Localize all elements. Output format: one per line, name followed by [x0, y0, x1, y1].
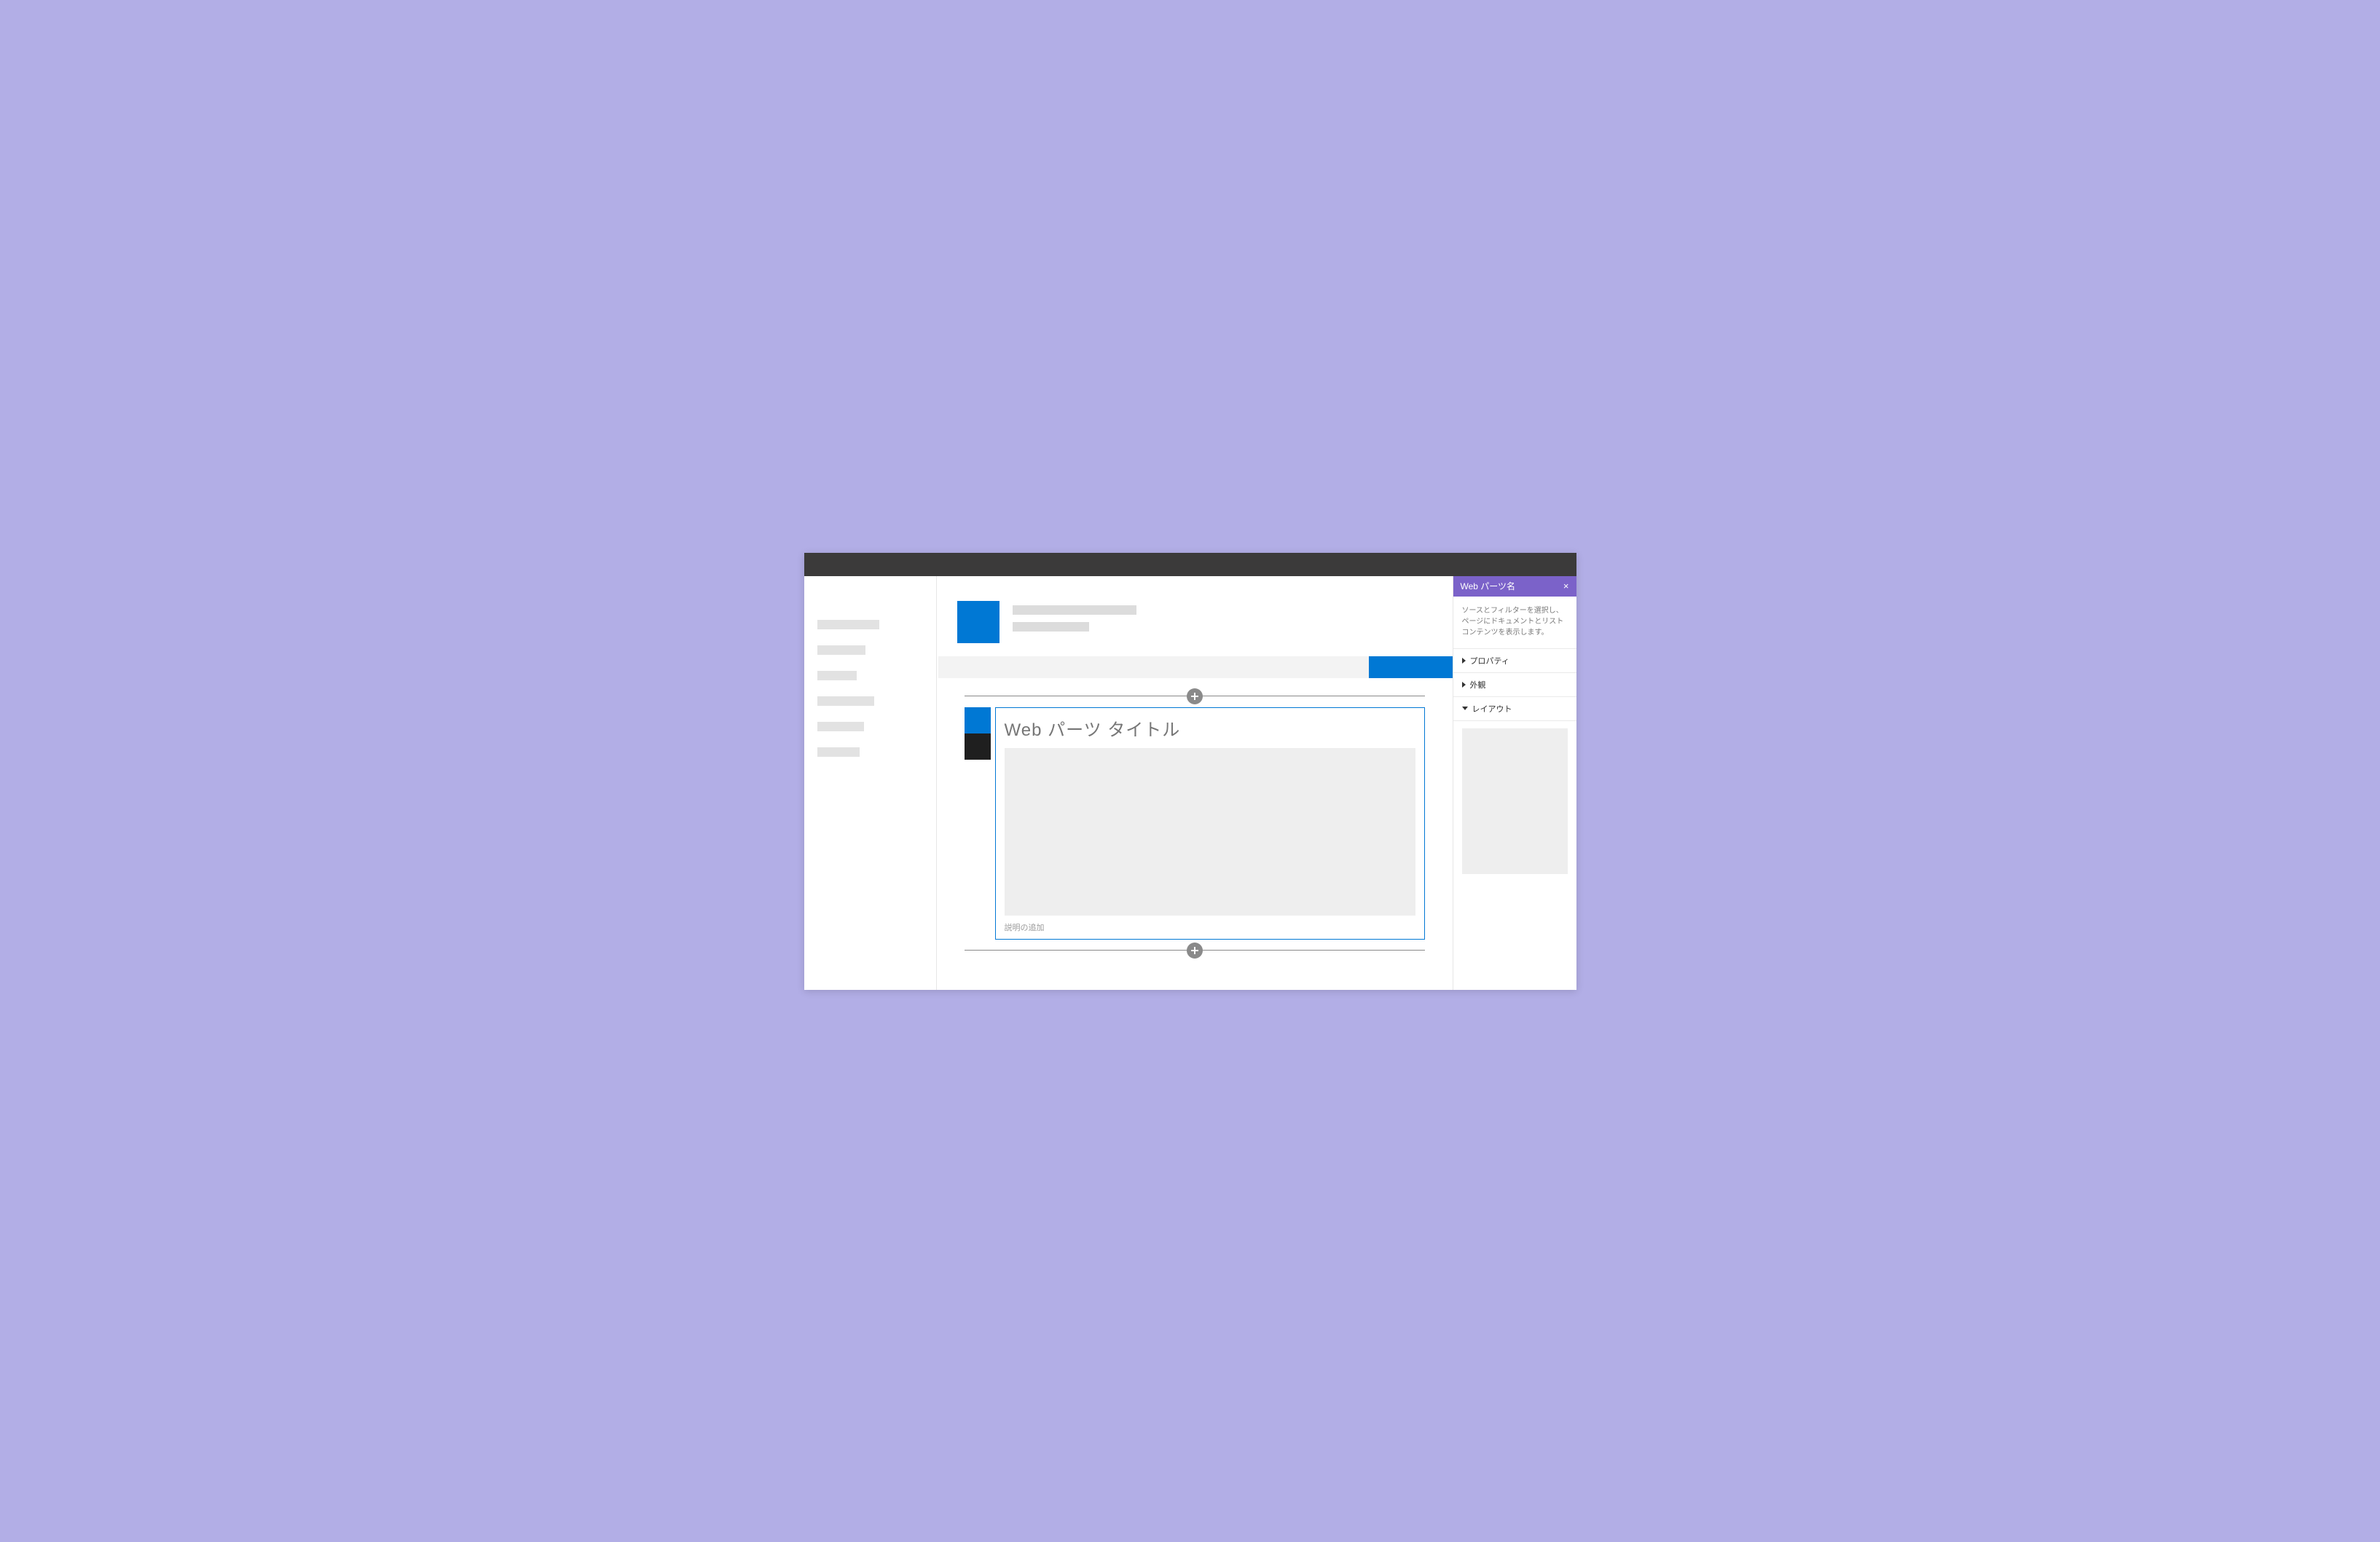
add-section-button[interactable]	[1187, 688, 1203, 704]
property-panel: Web パーツ名 × ソースとフィルターを選択し、ページにドキュメントとリスト …	[1453, 576, 1576, 990]
nav-item-placeholder[interactable]	[817, 645, 865, 655]
page-header	[937, 576, 1453, 656]
chevron-right-icon	[1462, 682, 1466, 688]
webpart-controls	[965, 707, 991, 760]
command-bar	[937, 656, 1453, 678]
webpart-move-button[interactable]	[965, 733, 991, 760]
add-section-divider-bottom	[965, 943, 1425, 959]
chevron-right-icon	[1462, 658, 1466, 664]
plus-icon	[1190, 692, 1199, 701]
subtitle-line-placeholder	[1013, 622, 1089, 632]
main-canvas: Web パーツ タイトル 説明の追加	[937, 576, 1453, 990]
panel-description: ソースとフィルターを選択し、ページにドキュメントとリスト コンテンツを表示します…	[1453, 597, 1576, 649]
add-section-divider-top	[965, 688, 1425, 704]
chevron-down-icon	[1462, 707, 1468, 710]
canvas: Web パーツ タイトル 説明の追加	[937, 678, 1453, 973]
panel-section-appearance[interactable]: 外観	[1453, 673, 1576, 697]
site-title-placeholder	[1013, 601, 1136, 639]
nav-item-placeholder[interactable]	[817, 747, 860, 757]
panel-section-layout[interactable]: レイアウト	[1453, 697, 1576, 721]
site-logo	[957, 601, 999, 643]
panel-close-button[interactable]: ×	[1563, 581, 1569, 591]
panel-section-label: レイアウト	[1472, 703, 1512, 715]
primary-action-button[interactable]	[1369, 656, 1453, 678]
webpart-container[interactable]: Web パーツ タイトル 説明の追加	[995, 707, 1425, 940]
panel-title: Web パーツ名	[1461, 580, 1516, 592]
webpart-add-description[interactable]: 説明の追加	[1005, 921, 1415, 933]
panel-section-label: プロパティ	[1470, 655, 1509, 666]
nav-item-placeholder[interactable]	[817, 620, 879, 629]
panel-layout-body	[1453, 721, 1576, 881]
webpart-edit-button[interactable]	[965, 707, 991, 733]
panel-section-label: 外観	[1470, 679, 1486, 691]
webpart-row: Web パーツ タイトル 説明の追加	[965, 707, 1425, 940]
window-titlebar	[804, 553, 1576, 576]
app-window: Web パーツ タイトル 説明の追加 Web	[804, 553, 1576, 990]
layout-preview-placeholder[interactable]	[1462, 728, 1568, 874]
webpart-body-placeholder[interactable]	[1005, 748, 1415, 916]
webpart-title[interactable]: Web パーツ タイトル	[1005, 715, 1415, 741]
plus-icon	[1190, 946, 1199, 955]
nav-item-placeholder[interactable]	[817, 671, 857, 680]
panel-header: Web パーツ名 ×	[1453, 576, 1576, 597]
add-section-button[interactable]	[1187, 943, 1203, 959]
command-bar-area[interactable]	[938, 656, 1369, 678]
title-line-placeholder	[1013, 605, 1136, 615]
nav-item-placeholder[interactable]	[817, 722, 864, 731]
content-area: Web パーツ タイトル 説明の追加 Web	[804, 576, 1576, 990]
panel-section-property[interactable]: プロパティ	[1453, 649, 1576, 673]
nav-item-placeholder[interactable]	[817, 696, 874, 706]
left-nav	[804, 576, 937, 990]
